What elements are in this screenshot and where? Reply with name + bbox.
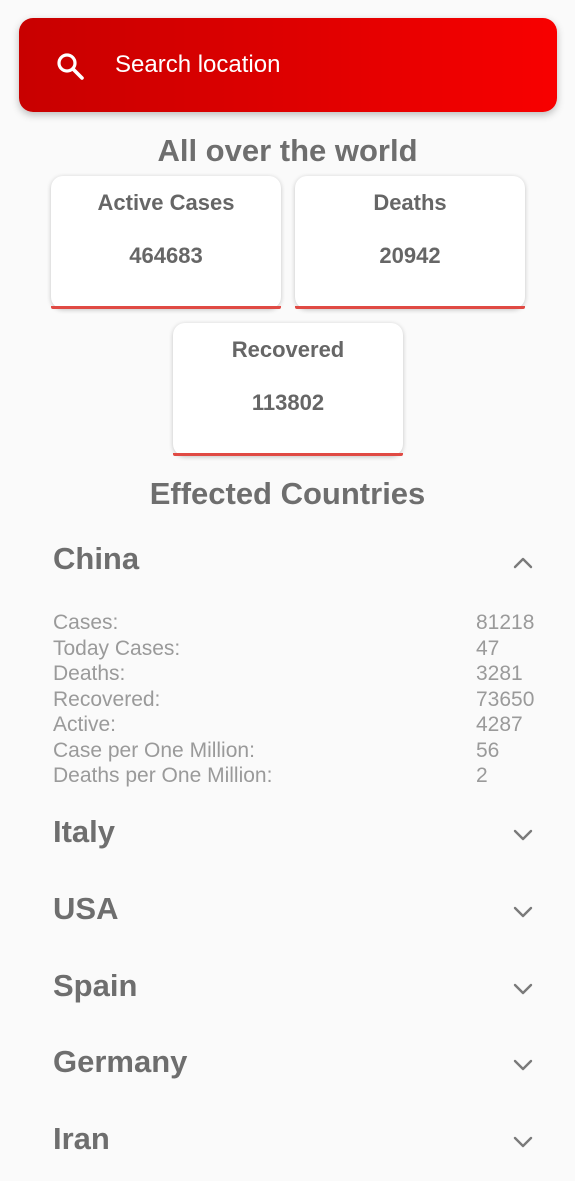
detail-label: Deaths per One Million:: [53, 764, 273, 787]
country-name: Iran: [53, 1121, 110, 1156]
chevron-down-icon: [513, 829, 533, 841]
detail-value: 56: [476, 738, 500, 762]
chevron-down-icon: [513, 983, 533, 995]
detail-row: Cases: 81218: [53, 610, 543, 636]
detail-value: 3281: [476, 662, 523, 685]
chevron-down-icon: [513, 1059, 533, 1071]
world-title: All over the world: [157, 133, 418, 168]
detail-row: Recovered: 73650: [53, 687, 543, 713]
country-header-iran[interactable]: Iran: [53, 1121, 543, 1165]
detail-label: Recovered:: [53, 687, 161, 711]
chevron-up-icon: [513, 557, 533, 569]
detail-row: Today Cases: 47: [53, 636, 543, 662]
card-underline: [173, 453, 403, 456]
detail-label: Deaths:: [53, 662, 126, 685]
detail-row: Deaths per One Million: 2: [53, 763, 543, 789]
deaths-card: Deaths 20942: [295, 176, 525, 309]
detail-row: Deaths: 3281: [53, 661, 543, 687]
country-header-china[interactable]: China: [53, 541, 543, 585]
china-details: Cases: 81218 Today Cases: 47 Deaths: 328…: [53, 610, 543, 789]
deaths-label: Deaths: [373, 190, 447, 215]
detail-row: Case per One Million: 56: [53, 738, 543, 764]
recovered-value: 113802: [251, 390, 325, 415]
country-header-usa[interactable]: USA: [53, 891, 543, 935]
active-cases-value: 464683: [129, 243, 203, 268]
search-input[interactable]: [115, 48, 535, 82]
detail-label: Cases:: [53, 611, 119, 634]
detail-value: 2: [476, 764, 488, 787]
card-underline: [51, 306, 281, 309]
detail-value: 73650: [476, 687, 535, 711]
detail-value: 47: [476, 636, 500, 660]
country-name: USA: [53, 891, 119, 926]
detail-label: Active:: [53, 713, 117, 736]
search-bar[interactable]: [19, 18, 557, 112]
effected-countries-title: Effected Countries: [149, 476, 426, 511]
chevron-down-icon: [513, 906, 533, 918]
detail-label: Today Cases:: [53, 636, 181, 660]
active-cases-card: Active Cases 464683: [51, 176, 281, 309]
search-icon: [57, 53, 84, 80]
card-underline: [295, 306, 525, 309]
recovered-card: Recovered 113802: [173, 323, 403, 456]
country-header-germany[interactable]: Germany: [53, 1044, 543, 1088]
detail-label: Case per One Million:: [53, 738, 255, 762]
country-name: China: [53, 541, 140, 576]
country-name: Germany: [53, 1044, 188, 1079]
active-cases-label: Active Cases: [97, 190, 235, 215]
chevron-down-icon: [513, 1136, 533, 1148]
detail-value: 81218: [476, 611, 535, 634]
country-header-spain[interactable]: Spain: [53, 968, 543, 1012]
detail-value: 4287: [476, 713, 523, 736]
recovered-label: Recovered: [231, 337, 345, 362]
country-name: Spain: [53, 968, 138, 1003]
country-header-italy[interactable]: Italy: [53, 814, 543, 858]
deaths-value: 20942: [379, 243, 441, 268]
detail-row: Active: 4287: [53, 712, 543, 738]
country-name: Italy: [53, 814, 116, 849]
